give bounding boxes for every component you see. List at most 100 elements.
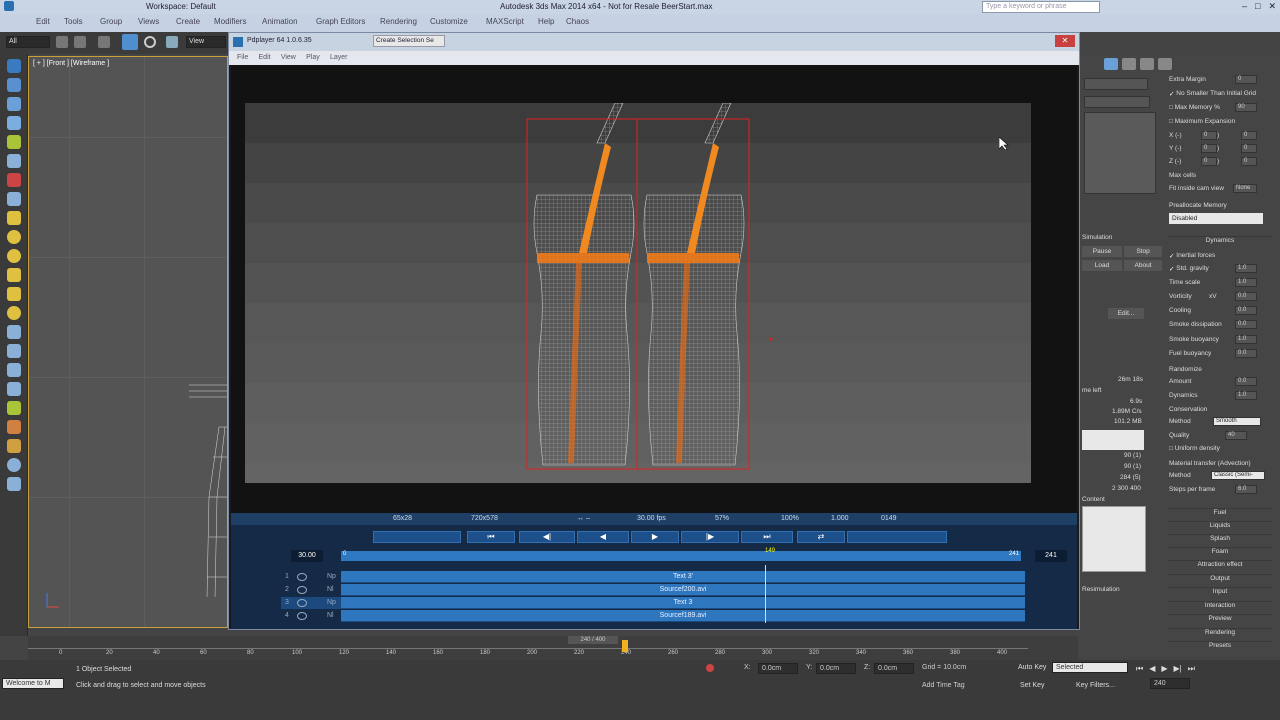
layer-bar[interactable]: Sourcef200.avi xyxy=(341,584,1025,596)
key-filters-button[interactable]: Key Filters... xyxy=(1076,682,1115,689)
light-icon[interactable] xyxy=(7,211,21,225)
create-icon[interactable] xyxy=(7,59,21,73)
no-smaller-row[interactable]: ✓ No Smaller Than Initial Grid xyxy=(1169,88,1269,99)
smoke-dissipation-field[interactable]: 0.0 xyxy=(1235,320,1257,329)
time-slider-handle[interactable]: 240 / 400 xyxy=(568,636,618,644)
tab-utilities-icon[interactable] xyxy=(1158,58,1172,70)
dynamics-section-header[interactable]: Dynamics xyxy=(1168,236,1272,248)
quality-field[interactable]: 40 xyxy=(1225,431,1247,440)
z-coord-field[interactable]: 0.0cm xyxy=(874,663,914,674)
fit-inside-field[interactable]: None xyxy=(1233,184,1257,193)
workspace-selector[interactable]: Workspace: Default xyxy=(146,2,216,11)
settings-icon[interactable] xyxy=(7,477,21,491)
keyframe-marker[interactable] xyxy=(622,640,628,652)
restore-icon[interactable]: □ xyxy=(1255,1,1260,12)
pd-menu-play[interactable]: Play xyxy=(306,54,320,61)
lock-selection-icon[interactable] xyxy=(706,664,714,672)
x-coord-field[interactable]: 0.0cm xyxy=(758,663,798,674)
modify-icon[interactable] xyxy=(7,78,21,92)
go-start-icon[interactable]: ⏮ xyxy=(1136,664,1143,674)
current-frame-field[interactable]: 240 xyxy=(1150,678,1190,689)
loop-button[interactable]: ⇄ xyxy=(797,531,845,543)
torus-icon[interactable] xyxy=(7,306,21,320)
smoke-buoyancy-field[interactable]: 1.0 xyxy=(1235,335,1257,344)
section-interaction[interactable]: Interaction xyxy=(1168,601,1272,613)
select-region-icon[interactable] xyxy=(98,36,110,48)
next-frame-icon[interactable]: ▶| xyxy=(1174,664,1182,674)
method-dropdown[interactable]: Smooth xyxy=(1213,417,1261,426)
about-button[interactable]: About xyxy=(1124,260,1162,271)
menu-group[interactable]: Group xyxy=(100,17,122,26)
layer-bar[interactable]: Sourcef189.avi xyxy=(341,610,1025,622)
menu-modifiers[interactable]: Modifiers xyxy=(214,17,246,26)
biped-icon[interactable] xyxy=(7,439,21,453)
pd-timeline[interactable]: 0 149 241 xyxy=(341,548,1021,561)
method2-dropdown[interactable]: Classic (Semi- xyxy=(1211,471,1265,480)
scale-icon[interactable] xyxy=(166,36,178,48)
menu-chaos[interactable]: Chaos xyxy=(566,17,589,26)
visibility-eye-icon[interactable] xyxy=(297,586,307,594)
menu-tools[interactable]: Tools xyxy=(64,17,83,26)
close-icon[interactable]: ✕ xyxy=(1268,1,1276,12)
maxscript-listener[interactable]: Welcome to M xyxy=(2,678,64,689)
modifier-stack-list[interactable] xyxy=(1084,112,1156,194)
select-object-icon[interactable] xyxy=(56,36,68,48)
move-icon[interactable] xyxy=(122,34,138,50)
go-end-icon[interactable]: ⏭ xyxy=(1188,664,1195,674)
app-logo-icon[interactable] xyxy=(4,1,14,11)
hierarchy-icon[interactable] xyxy=(7,97,21,111)
box-icon[interactable] xyxy=(7,268,21,282)
layer-row[interactable]: 1 Np Text 3' xyxy=(281,571,1025,583)
section-liquids[interactable]: Liquids xyxy=(1168,521,1272,533)
minimize-icon[interactable]: – xyxy=(1242,1,1247,12)
rotate-icon[interactable] xyxy=(144,36,156,48)
pause-button[interactable]: Pause xyxy=(1082,246,1122,257)
front-viewport[interactable]: [ + ] [Front ] [Wireframe ] xyxy=(28,56,228,628)
key-set-dropdown[interactable]: Selected xyxy=(1052,662,1128,673)
load-button[interactable]: Load xyxy=(1082,260,1122,271)
steps-per-frame-field[interactable]: 6.0 xyxy=(1235,485,1257,494)
pdplayer-titlebar[interactable]: Pdplayer 64 1.0.6.35 Create Selection Se… xyxy=(229,33,1079,51)
time-scale-field[interactable]: 1.0 xyxy=(1235,278,1257,287)
play-icon[interactable]: ▶ xyxy=(1161,664,1167,674)
utilities-icon[interactable] xyxy=(7,154,21,168)
particles-icon[interactable] xyxy=(7,382,21,396)
camera-icon[interactable] xyxy=(7,458,21,472)
tab-modify-icon[interactable] xyxy=(1104,58,1118,70)
reference-coord-dropdown[interactable]: View xyxy=(186,36,226,48)
pdplayer-viewer[interactable]: 200 189 xyxy=(231,65,1077,533)
menu-maxscript[interactable]: MAXScript xyxy=(486,17,524,26)
rand-dynamics-field[interactable]: 1.0 xyxy=(1235,391,1257,400)
layer-row[interactable]: 4 Nl Sourcef189.avi xyxy=(281,610,1025,622)
sphere-icon[interactable] xyxy=(7,230,21,244)
fire-icon[interactable] xyxy=(7,173,21,187)
menu-views[interactable]: Views xyxy=(138,17,159,26)
fps-field[interactable]: 30.00 xyxy=(291,550,323,562)
search-input[interactable]: Type a keyword or phrase xyxy=(982,1,1100,13)
edit-button[interactable]: Edit... xyxy=(1108,308,1144,319)
menu-edit[interactable]: Edit xyxy=(36,17,50,26)
layer-bar[interactable]: Text 3' xyxy=(341,571,1025,583)
view-mode-buttons[interactable] xyxy=(847,531,947,543)
std-gravity-field[interactable]: 1.0 xyxy=(1235,264,1257,273)
section-presets[interactable]: Presets xyxy=(1168,641,1272,653)
viewport-label[interactable]: [ + ] [Front ] [Wireframe ] xyxy=(33,60,109,67)
menu-customize[interactable]: Customize xyxy=(430,17,468,26)
display-icon[interactable] xyxy=(7,135,21,149)
amount-field[interactable]: 0.0 xyxy=(1235,377,1257,386)
section-rendering[interactable]: Rendering xyxy=(1168,628,1272,640)
menu-help[interactable]: Help xyxy=(538,17,554,26)
set-key-button[interactable]: Set Key xyxy=(1020,682,1045,689)
layer-bar[interactable]: Text 3 xyxy=(341,597,1025,609)
menu-animation[interactable]: Animation xyxy=(262,17,298,26)
section-splash[interactable]: Splash xyxy=(1168,534,1272,546)
helper-icon[interactable] xyxy=(7,192,21,206)
visibility-eye-icon[interactable] xyxy=(297,599,307,607)
selection-set-dropdown[interactable]: Create Selection Se xyxy=(373,35,445,47)
tab-hierarchy-icon[interactable] xyxy=(1122,58,1136,70)
inertial-forces-row[interactable]: ✓ Inertial forces xyxy=(1169,250,1269,261)
section-fuel[interactable]: Fuel xyxy=(1168,508,1272,520)
extra-margin-field[interactable]: 0 xyxy=(1235,75,1257,84)
pd-menu-layer[interactable]: Layer xyxy=(330,54,348,61)
geosphere-icon[interactable] xyxy=(7,249,21,263)
